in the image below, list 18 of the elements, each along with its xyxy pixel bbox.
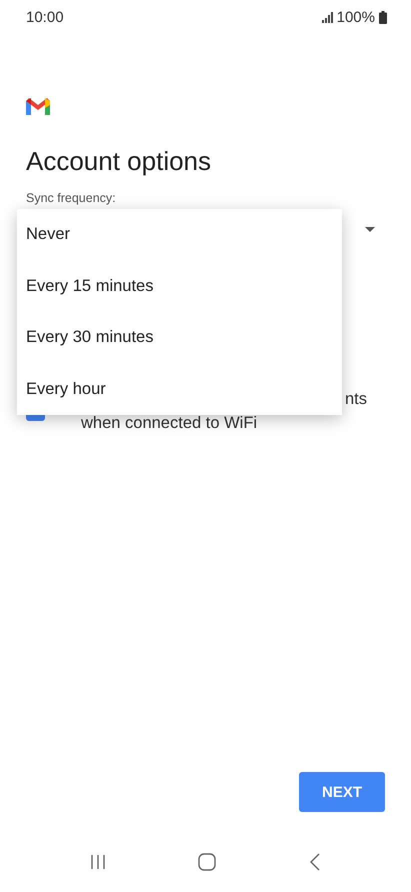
recent-apps-icon[interactable] [90, 854, 106, 870]
checkbox-label: nts [344, 389, 367, 410]
checkbox-label: when connected to WiFi [81, 413, 258, 434]
next-button[interactable]: NEXT [299, 772, 385, 812]
battery-icon [379, 10, 387, 24]
menu-option[interactable]: Never [17, 209, 342, 260]
page-title: Account options [26, 146, 212, 177]
menu-option[interactable]: Every 15 minutes [17, 260, 342, 312]
menu-option[interactable]: Every 30 minutes [17, 312, 342, 364]
signal-icon [322, 12, 333, 22]
field-label: Sync frequency: [26, 191, 116, 205]
back-icon[interactable] [308, 853, 321, 871]
menu-option[interactable]: Every hour [17, 364, 342, 415]
dropdown-arrow-icon[interactable] [365, 226, 375, 232]
home-icon[interactable] [198, 853, 216, 871]
clock-time: 10:00 [26, 8, 64, 26]
mail-logo-icon [26, 98, 50, 116]
battery-percentage: 100% [336, 8, 375, 26]
